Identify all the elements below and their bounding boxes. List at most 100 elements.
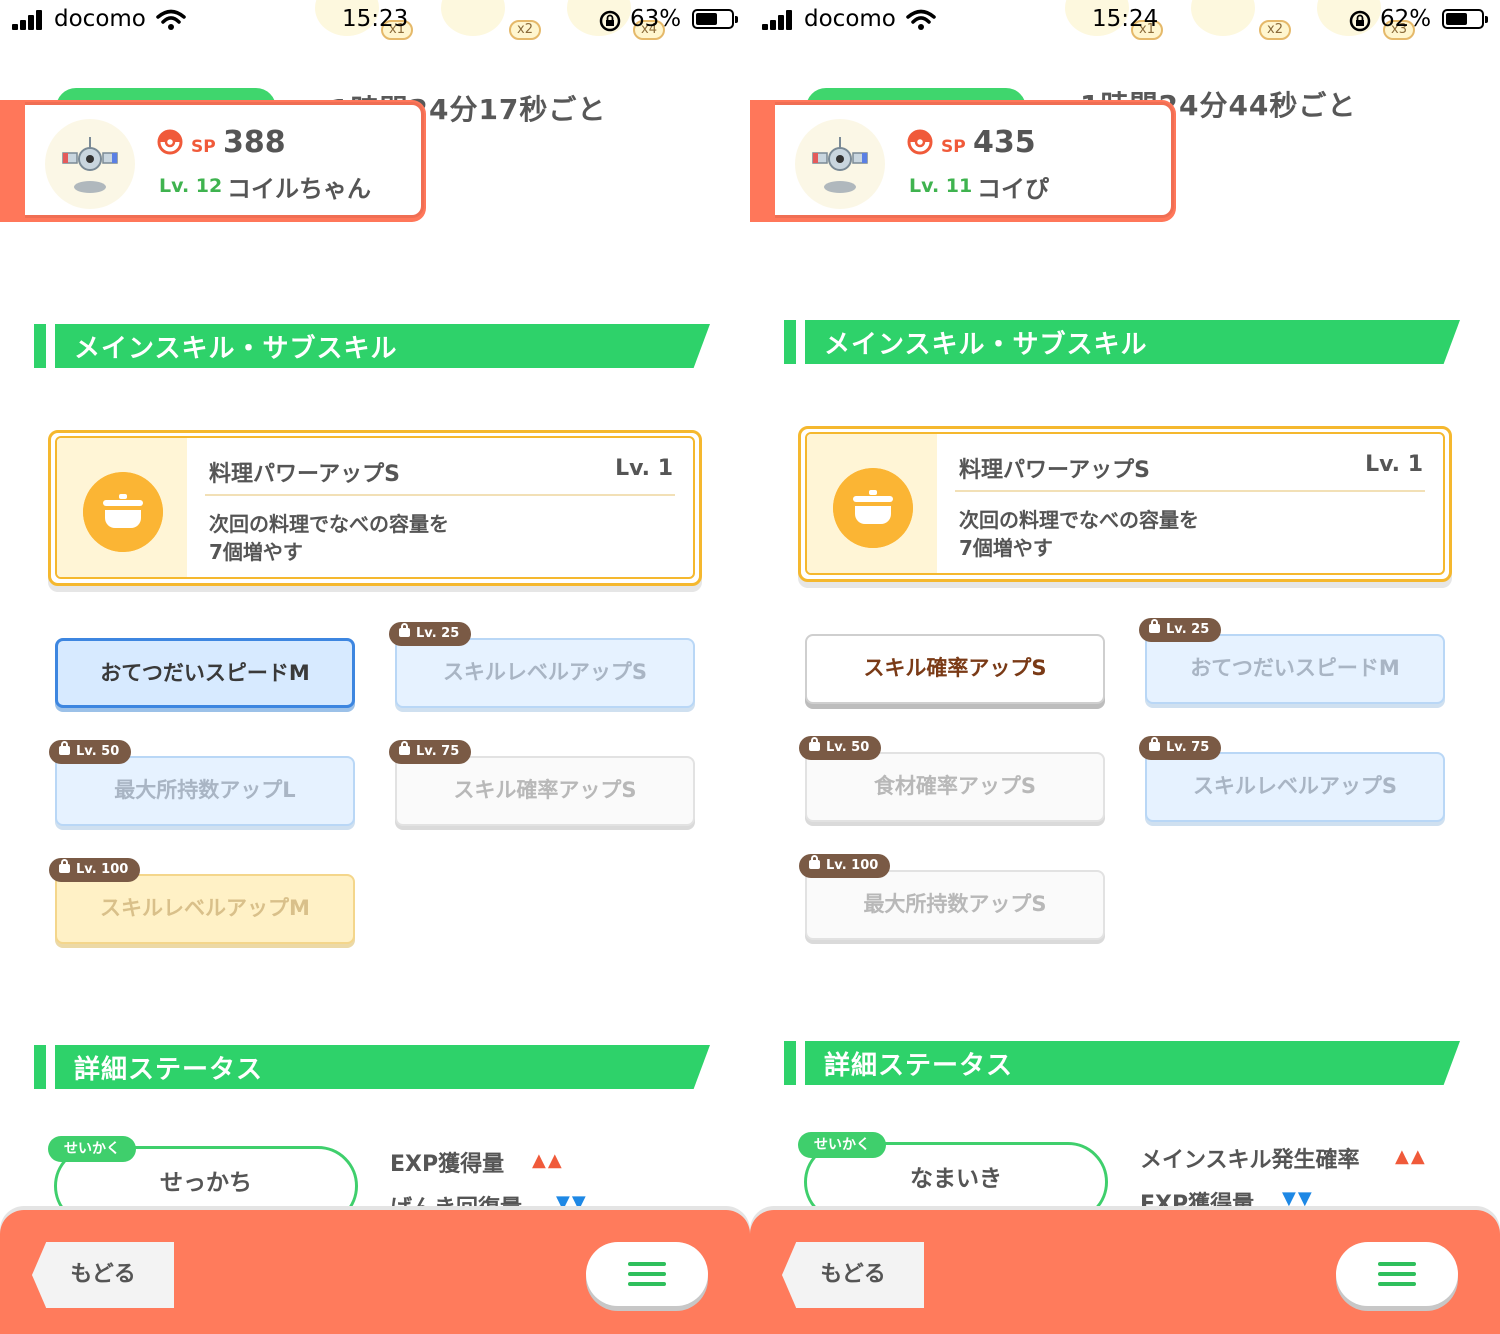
unlock-level-text: Lv. 100 xyxy=(826,858,879,873)
sub-skill-button[interactable]: スキルレベルアップM xyxy=(55,874,355,944)
lock-icon xyxy=(1149,737,1160,751)
sub-skill-button[interactable]: おてつだいスピードM xyxy=(55,638,355,708)
main-skill-card[interactable]: 料理パワーアップS Lv. 1 次回の料理でなべの容量を 7個増やす xyxy=(48,430,702,586)
battery-percent: 63% xyxy=(630,6,682,32)
pokemon-card: SP 388 Lv. 12 コイルちゃん xyxy=(0,100,426,222)
item-count: x2 xyxy=(1259,20,1291,40)
menu-button[interactable] xyxy=(1336,1242,1458,1306)
battery-icon xyxy=(1442,9,1488,29)
lock-icon xyxy=(809,737,820,751)
back-button[interactable]: もどる xyxy=(32,1242,174,1308)
sp-label: SP xyxy=(941,137,966,157)
section-header-status: 詳細ステータス xyxy=(34,1045,710,1089)
pokemon-name: コイルちゃん xyxy=(227,175,371,203)
unlock-level-text: Lv. 75 xyxy=(416,744,460,759)
item-count: x2 xyxy=(509,20,541,40)
item-icon xyxy=(1191,0,1255,36)
section-header-skills: メインスキル・サブスキル xyxy=(784,320,1460,364)
sub-skill-button[interactable]: スキル確率アップS xyxy=(805,634,1105,704)
unlock-level-tag: Lv. 50 xyxy=(799,736,882,760)
unlock-level-text: Lv. 25 xyxy=(416,626,460,641)
sp-value: 388 xyxy=(223,125,286,160)
main-skill-name: 料理パワーアップS xyxy=(209,462,400,487)
menu-button[interactable] xyxy=(586,1242,708,1306)
pokemon-level: Lv. 11 xyxy=(909,175,973,197)
unlock-level-tag: Lv. 75 xyxy=(1139,736,1222,760)
lock-icon xyxy=(399,741,410,755)
pokeball-icon xyxy=(157,129,183,155)
main-skill-level: Lv. 1 xyxy=(1365,452,1423,477)
stat-up-arrows: ▲▲ xyxy=(532,1150,564,1171)
wifi-icon xyxy=(906,9,936,30)
screen-left: docomo x1 x2 x4 15:23 63% 1時間24分17秒ごと SP… xyxy=(0,0,750,1334)
stat-down-arrows: ▼▼ xyxy=(1282,1188,1314,1209)
main-skill-card[interactable]: 料理パワーアップS Lv. 1 次回の料理でなべの容量を 7個増やす xyxy=(798,426,1452,582)
section-header-skills: メインスキル・サブスキル xyxy=(34,324,710,368)
sub-skill-button[interactable]: スキル確率アップS xyxy=(395,756,695,826)
pokemon-avatar xyxy=(795,119,885,209)
sub-skill-button[interactable]: おてつだいスピードM xyxy=(1145,634,1445,704)
pot-icon xyxy=(833,468,913,548)
stat-up-arrows: ▲▲ xyxy=(1395,1146,1427,1167)
unlock-level-tag: Lv. 75 xyxy=(389,740,472,764)
divider xyxy=(955,490,1425,492)
rotation-lock-icon xyxy=(599,10,621,32)
sub-skill-button[interactable]: スキルレベルアップS xyxy=(1145,752,1445,822)
section-header-status: 詳細ステータス xyxy=(784,1041,1460,1085)
main-skill-name: 料理パワーアップS xyxy=(959,458,1150,483)
lock-icon xyxy=(809,855,820,869)
status-bar: docomo x1 x2 x4 15:23 63% xyxy=(0,0,750,44)
unlock-level-tag: Lv. 25 xyxy=(1139,618,1222,642)
signal-icon xyxy=(762,10,798,30)
section-title: メインスキル・サブスキル xyxy=(74,334,398,364)
item-icon xyxy=(441,0,505,36)
section-title: メインスキル・サブスキル xyxy=(824,330,1148,360)
sub-skill-button[interactable]: 最大所持数アップL xyxy=(55,756,355,826)
sub-skill-button[interactable]: スキルレベルアップS xyxy=(395,638,695,708)
sp-label: SP xyxy=(191,137,216,157)
nature-tag: せいかく xyxy=(798,1132,886,1158)
screen-right: docomo x1 x2 x3 15:24 62% 1時間24分44秒ごと SP… xyxy=(750,0,1500,1334)
status-bar: docomo x1 x2 x3 15:24 62% xyxy=(750,0,1500,44)
pokemon-name: コイぴ xyxy=(977,175,1049,203)
stat-up-label: EXP獲得量 xyxy=(390,1152,505,1177)
section-title: 詳細ステータス xyxy=(74,1055,264,1085)
nature-name: せっかち xyxy=(160,1170,252,1196)
unlock-level-tag: Lv. 100 xyxy=(799,854,891,878)
clock: 15:23 xyxy=(342,6,409,32)
lock-icon xyxy=(59,859,70,873)
signal-icon xyxy=(12,10,48,30)
nature-name: なまいき xyxy=(910,1166,1002,1192)
unlock-level-text: Lv. 100 xyxy=(76,862,129,877)
carrier-name: docomo xyxy=(54,6,146,32)
lock-icon xyxy=(1149,619,1160,633)
sub-skill-button[interactable]: 最大所持数アップS xyxy=(805,870,1105,940)
pokemon-card: SP 435 Lv. 11 コイぴ xyxy=(750,100,1176,222)
battery-icon xyxy=(692,9,738,29)
sub-skill-button[interactable]: 食材確率アップS xyxy=(805,752,1105,822)
pokemon-level: Lv. 12 xyxy=(159,175,223,197)
battery-percent: 62% xyxy=(1380,6,1432,32)
bottom-bar: もどる xyxy=(750,1210,1500,1334)
pokeball-icon xyxy=(907,129,933,155)
unlock-level-tag: Lv. 50 xyxy=(49,740,132,764)
sp-value: 435 xyxy=(973,125,1036,160)
main-skill-description: 次回の料理でなべの容量を 7個増やす xyxy=(959,508,1199,560)
back-button[interactable]: もどる xyxy=(782,1242,924,1308)
wifi-icon xyxy=(156,9,186,30)
unlock-level-text: Lv. 50 xyxy=(826,740,870,755)
main-skill-description: 次回の料理でなべの容量を 7個増やす xyxy=(209,512,449,564)
unlock-level-tag: Lv. 100 xyxy=(49,858,141,882)
section-title: 詳細ステータス xyxy=(824,1051,1014,1081)
bottom-bar: もどる xyxy=(0,1210,750,1334)
main-skill-level: Lv. 1 xyxy=(615,456,673,481)
lock-icon xyxy=(59,741,70,755)
nature-tag: せいかく xyxy=(48,1136,136,1162)
pot-icon xyxy=(83,472,163,552)
clock: 15:24 xyxy=(1092,6,1159,32)
stat-up-label: メインスキル発生確率 xyxy=(1140,1148,1360,1173)
pokemon-avatar xyxy=(45,119,135,209)
unlock-level-text: Lv. 50 xyxy=(76,744,120,759)
carrier-name: docomo xyxy=(804,6,896,32)
unlock-level-text: Lv. 25 xyxy=(1166,622,1210,637)
